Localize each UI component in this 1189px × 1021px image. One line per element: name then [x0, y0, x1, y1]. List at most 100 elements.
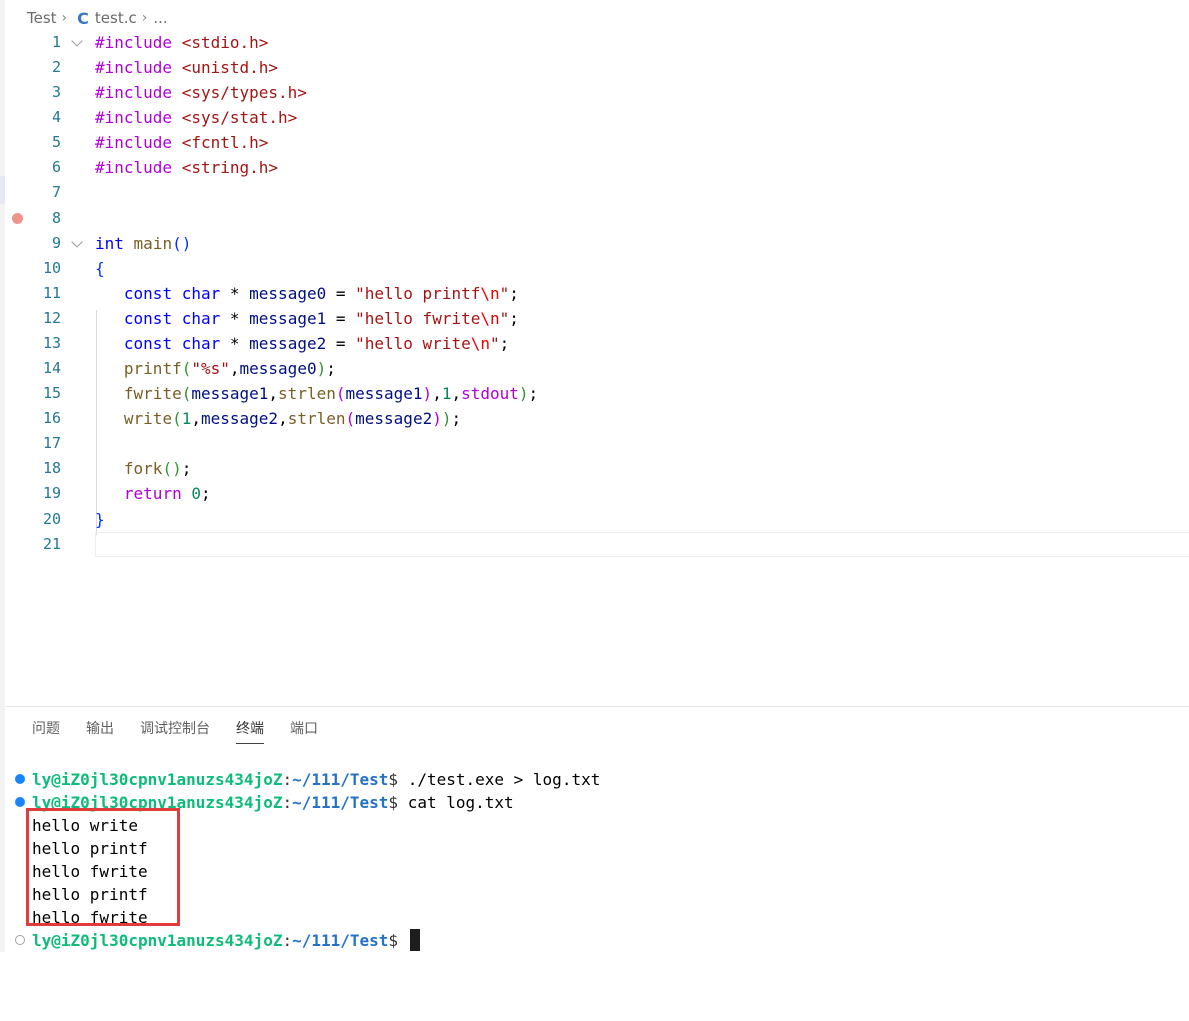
- escape-seq: \n: [480, 284, 500, 303]
- line-number: 3: [51, 83, 61, 101]
- chevron-right-icon: ›: [141, 10, 148, 26]
- include-header: <sys/types.h>: [181, 83, 307, 102]
- code-editor[interactable]: 1 #include <stdio.h> 2 #include <unistd.…: [0, 30, 1189, 570]
- line-number: 14: [42, 359, 61, 377]
- current-line-highlight: [95, 532, 1189, 557]
- code-line: 17: [0, 431, 1189, 456]
- line-number: 20: [42, 510, 61, 528]
- command-status-dot-icon[interactable]: [15, 774, 25, 784]
- breadcrumb-more[interactable]: ...: [153, 9, 167, 27]
- code-line: 9 int main(): [0, 231, 1189, 256]
- terminal-command: cat log.txt: [407, 793, 514, 812]
- tab-problems[interactable]: 问题: [32, 716, 60, 744]
- line-number: 5: [51, 133, 61, 151]
- escape-seq: \n: [470, 334, 490, 353]
- code-line: 1 #include <stdio.h>: [0, 30, 1189, 55]
- code-line: 2 #include <unistd.h>: [0, 55, 1189, 80]
- code-line: 10 {: [0, 256, 1189, 281]
- code-text: const char * message1 = "hello fwrite\n"…: [123, 309, 519, 328]
- panel-divider: [5, 706, 1189, 707]
- code-line: 14 printf("%s",message0);: [0, 356, 1189, 381]
- code-line: 3 #include <sys/types.h>: [0, 80, 1189, 105]
- line-number: 19: [42, 484, 61, 502]
- command-status-dot-icon[interactable]: [15, 797, 25, 807]
- tab-debug-console[interactable]: 调试控制台: [140, 716, 210, 744]
- code-text: #include <sys/stat.h>: [95, 105, 297, 130]
- breadcrumb: Test › C test.c › ...: [27, 6, 168, 30]
- terminal-command-line: ly@iZ0jl30cpnv1anuzs434joZ:~/111/Test$ .…: [0, 768, 600, 791]
- string-literal: "hello fwrite: [355, 309, 481, 328]
- tab-terminal[interactable]: 终端: [236, 716, 264, 744]
- code-line: 4 #include <sys/stat.h>: [0, 105, 1189, 130]
- panel-tabs: 问题 输出 调试控制台 终端 端口: [32, 716, 344, 746]
- code-line: 7: [0, 180, 1189, 205]
- terminal-prompt-line: ly@iZ0jl30cpnv1anuzs434joZ:~/111/Test$: [0, 929, 420, 952]
- code-text: #include <stdio.h>: [95, 30, 268, 55]
- code-text: write(1,message2,strlen(message2));: [123, 409, 462, 428]
- line-number: 2: [51, 58, 61, 76]
- prompt-user: ly@iZ0jl30cpnv1anuzs434joZ: [32, 770, 283, 789]
- output-highlight-box: [26, 808, 180, 926]
- code-line: 11 const char * message0 = "hello printf…: [0, 281, 1189, 306]
- code-line: 13 const char * message2 = "hello write\…: [0, 331, 1189, 356]
- variable-name: message0: [249, 284, 327, 303]
- code-text: fork();: [123, 459, 192, 478]
- tab-ports[interactable]: 端口: [290, 716, 318, 744]
- include-header: <string.h>: [181, 158, 279, 177]
- include-keyword: #include: [95, 83, 173, 102]
- line-number: 13: [42, 334, 61, 352]
- tab-output[interactable]: 输出: [86, 716, 114, 744]
- code-text: int main(): [95, 234, 192, 253]
- include-keyword: #include: [95, 158, 173, 177]
- include-keyword: #include: [95, 108, 173, 127]
- chevron-right-icon: ›: [61, 10, 68, 26]
- code-line: 8: [0, 206, 1189, 231]
- line-number: 9: [51, 234, 61, 252]
- line-number: 8: [51, 209, 61, 227]
- code-text: printf("%s",message0);: [123, 359, 336, 378]
- line-number: 17: [42, 434, 61, 452]
- line-number: 4: [51, 108, 61, 126]
- prompt-path: ~/111/Test: [292, 793, 389, 812]
- line-number: 1: [51, 33, 61, 51]
- line-number: 6: [51, 158, 61, 176]
- code-text: #include <string.h>: [95, 155, 278, 180]
- code-line: 5 #include <fcntl.h>: [0, 130, 1189, 155]
- variable-name: message1: [249, 309, 327, 328]
- code-text: const char * message0 = "hello printf\n"…: [123, 284, 519, 303]
- code-line: 15 fwrite(message1,strlen(message1),1,st…: [0, 381, 1189, 406]
- fold-chevron-icon[interactable]: [71, 35, 83, 47]
- code-line-current: 21: [0, 532, 1189, 557]
- terminal-cursor: [409, 929, 420, 951]
- code-text: #include <fcntl.h>: [95, 130, 268, 155]
- code-text: return 0;: [123, 484, 211, 503]
- include-header: <unistd.h>: [181, 58, 279, 77]
- line-number: 12: [42, 309, 61, 327]
- command-status-dot-icon[interactable]: [15, 935, 25, 945]
- code-line: 19 return 0;: [0, 481, 1189, 506]
- string-literal: "hello printf: [355, 284, 481, 303]
- code-line: 16 write(1,message2,strlen(message2));: [0, 406, 1189, 431]
- include-header: <fcntl.h>: [181, 133, 269, 152]
- fold-chevron-icon[interactable]: [71, 236, 83, 248]
- line-number: 18: [42, 459, 61, 477]
- code-text: }: [95, 510, 105, 529]
- code-line: 20 }: [0, 507, 1189, 532]
- code-text: #include <unistd.h>: [95, 55, 278, 80]
- line-number: 21: [42, 535, 61, 553]
- code-text: {: [95, 259, 105, 278]
- line-number: 10: [42, 259, 61, 277]
- code-text: #include <sys/types.h>: [95, 80, 307, 105]
- line-number: 16: [42, 409, 61, 427]
- code-text: const char * message2 = "hello write\n";: [123, 334, 510, 353]
- code-line: 6 #include <string.h>: [0, 155, 1189, 180]
- breadcrumb-folder[interactable]: Test: [27, 9, 57, 27]
- variable-name: message2: [249, 334, 327, 353]
- include-header: <sys/stat.h>: [181, 108, 298, 127]
- include-keyword: #include: [95, 58, 173, 77]
- terminal-command: ./test.exe > log.txt: [407, 770, 601, 789]
- include-keyword: #include: [95, 133, 173, 152]
- include-keyword: #include: [95, 33, 173, 52]
- prompt-path: ~/111/Test: [292, 770, 389, 789]
- breadcrumb-file[interactable]: test.c: [95, 9, 137, 27]
